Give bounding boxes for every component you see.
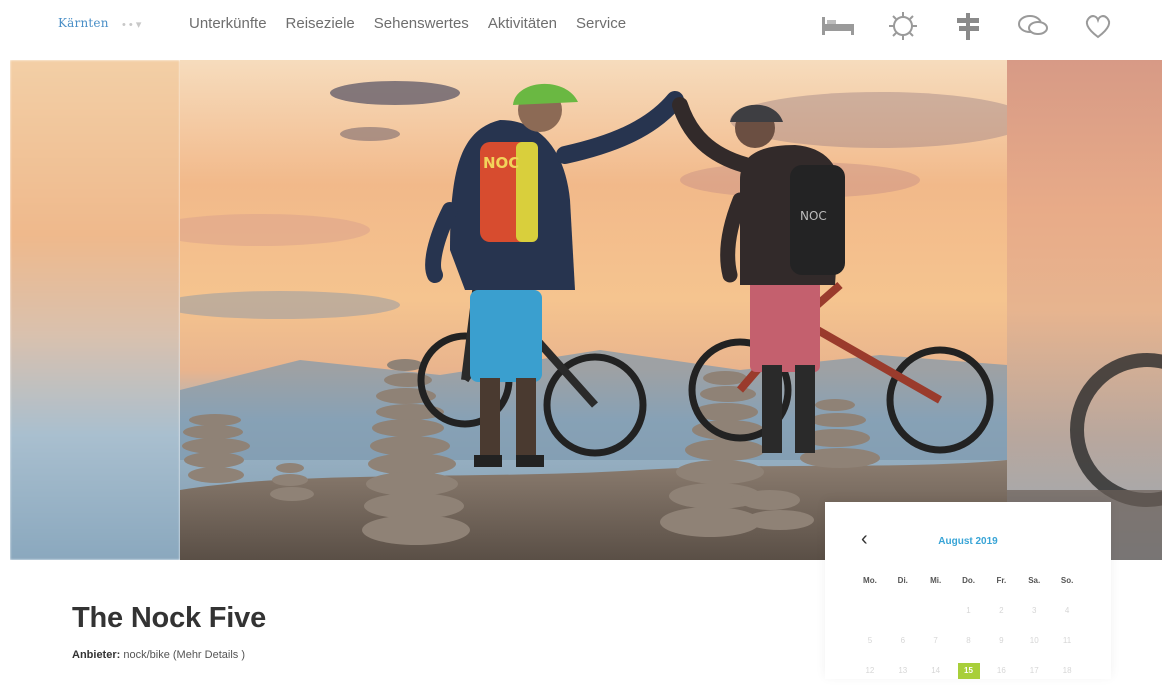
signpost-icon[interactable] <box>950 10 986 42</box>
provider-link[interactable]: nock/bike (Mehr Details ) <box>123 649 245 661</box>
calendar-day[interactable]: 18 <box>1052 663 1082 693</box>
weekday-label: Di. <box>897 576 908 585</box>
backpack-label-2: NOC <box>800 209 827 223</box>
calendar-week-row: 5 6 7 8 9 10 11 <box>855 633 1085 663</box>
nav-aktivitaeten[interactable]: Aktivitäten <box>488 15 557 32</box>
nav-unterkuenfte[interactable]: Unterkünfte <box>189 15 267 32</box>
calendar-day[interactable]: 11 <box>1052 633 1082 663</box>
calendar-day[interactable]: 17 <box>1019 663 1049 693</box>
calendar-day[interactable]: 4 <box>1052 603 1082 633</box>
calendar-day[interactable]: 1 <box>954 603 984 633</box>
calendar-month: August 2019 <box>938 536 998 547</box>
calendar-day[interactable]: 10 <box>1019 633 1049 663</box>
hero-side-right <box>1007 60 1162 560</box>
calendar-week-row: 1 2 3 4 <box>855 603 1085 633</box>
sun-icon[interactable] <box>885 10 921 42</box>
calendar-grid: Mo. Di. Mi. Do. Fr. Sa. So. 1 2 3 4 5 6 … <box>855 573 1085 693</box>
selected-day-label[interactable]: 15 <box>957 663 980 679</box>
calendar-day[interactable]: 14 <box>921 663 951 693</box>
calendar-day[interactable]: 3 <box>1019 603 1049 633</box>
nav-sehenswertes[interactable]: Sehenswertes <box>374 15 469 32</box>
calendar-day-selected[interactable]: 15 <box>954 663 984 693</box>
calendar-week-row: 12 13 14 15 16 17 18 <box>855 663 1085 693</box>
provider-label: Anbieter: <box>72 649 121 661</box>
nav-reiseziele[interactable]: Reiseziele <box>286 15 355 32</box>
heart-icon[interactable] <box>1080 10 1116 42</box>
provider-line: Anbieter: nock/bike (Mehr Details ) <box>72 649 245 661</box>
site-logo[interactable]: Kärnten <box>58 16 109 30</box>
page-title: The Nock Five <box>72 602 267 634</box>
calendar-day[interactable]: 16 <box>986 663 1016 693</box>
hero-image: NOC NOC <box>10 60 1162 560</box>
booking-calendar: ‹ August 2019 Mo. Di. Mi. Do. Fr. Sa. So… <box>825 502 1111 679</box>
weekday-label: Do. <box>962 576 975 585</box>
hero-side-left <box>10 60 180 560</box>
calendar-day[interactable]: 12 <box>855 663 885 693</box>
calendar-weekday-row: Mo. Di. Mi. Do. Fr. Sa. So. <box>855 573 1085 603</box>
calendar-day <box>888 603 918 633</box>
calendar-day[interactable]: 2 <box>986 603 1016 633</box>
weekday-label: Fr. <box>996 576 1007 585</box>
weekday-label: Mi. <box>930 576 942 585</box>
main-nav: Unterkünfte Reiseziele Sehenswertes Akti… <box>189 15 626 32</box>
bed-icon[interactable] <box>820 10 856 42</box>
calendar-day[interactable]: 5 <box>855 633 885 663</box>
calendar-day <box>855 603 885 633</box>
calendar-day <box>921 603 951 633</box>
weekday-label: Mo. <box>863 576 877 585</box>
header: Kärnten • • ▾ Unterkünfte Reiseziele Seh… <box>0 0 1162 58</box>
calendar-day[interactable]: 9 <box>986 633 1016 663</box>
hero-photo: NOC NOC <box>180 60 1007 560</box>
backpack-label: NOC <box>483 154 519 172</box>
nav-service[interactable]: Service <box>576 15 626 32</box>
chat-icon[interactable] <box>1015 10 1051 42</box>
weekday-label: So. <box>1060 576 1074 585</box>
calendar-day[interactable]: 7 <box>921 633 951 663</box>
weekday-label: Sa. <box>1028 576 1041 585</box>
calendar-day[interactable]: 6 <box>888 633 918 663</box>
calendar-day[interactable]: 8 <box>954 633 984 663</box>
header-icons <box>820 10 1116 42</box>
language-selector[interactable]: • • ▾ <box>122 18 141 31</box>
calendar-day[interactable]: 13 <box>888 663 918 693</box>
